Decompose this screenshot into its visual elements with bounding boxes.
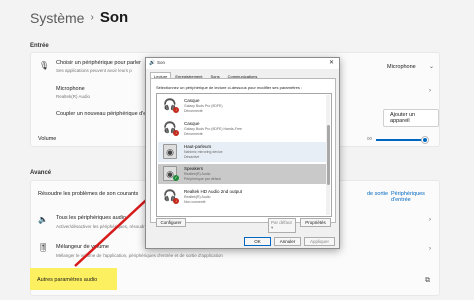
device-name: Speakers (184, 166, 204, 171)
playback-pane: Sélectionnez un périphérique de lecture … (150, 78, 336, 223)
dialog-title: Son (157, 60, 166, 65)
device-status: Désactivé (184, 155, 200, 159)
device-desc: Realtek(R) Audio (184, 172, 211, 176)
device-desc: Galaxy Buds Pro (9DFE) Hands-Free (184, 127, 242, 131)
dialog-titlebar: 🔊 Son ✕ (146, 58, 339, 69)
device-list[interactable]: 🎧 ↓ Casque Galaxy Buds Pro (9DFE) Déconn… (156, 93, 332, 217)
default-check-icon: ✓ (173, 175, 179, 181)
disconnected-status-icon: ↓ (173, 198, 179, 204)
device-desc: Nahimic mirroring device (184, 150, 223, 154)
close-icon[interactable]: ✕ (329, 59, 334, 66)
device-status: Déconnecté (184, 132, 203, 136)
device-row-selected[interactable]: ◉ ✓ Speakers Realtek(R) Audio Périphériq… (158, 164, 330, 184)
device-status: Périphérique par défaut (184, 177, 221, 181)
properties-button[interactable]: Propriétés (300, 218, 331, 227)
dialog-instruction: Sélectionnez un périphérique de lecture … (156, 85, 303, 90)
device-name: Casque (184, 121, 200, 126)
device-desc: Realtek(R) Audio (184, 195, 211, 199)
scrollbar-thumb[interactable] (326, 125, 330, 185)
device-name: Haut-parleurs (184, 144, 212, 149)
set-default-label: Par défaut (271, 220, 292, 225)
configure-button[interactable]: Configurer (156, 218, 186, 227)
disconnected-status-icon: ↓ (173, 130, 179, 136)
device-row[interactable]: 🎧 ↓ Casque Galaxy Buds Pro (9DFE) Hands-… (158, 119, 330, 139)
speaker-icon: 🔊 (149, 60, 156, 66)
ok-button[interactable]: OK (244, 237, 271, 246)
settings-page: Système › Son Entrée 🎙 Choisir un périph… (0, 0, 474, 300)
device-status: Non connecté (184, 200, 206, 204)
device-desc: Galaxy Buds Pro (9DFE) (184, 104, 223, 108)
disconnected-status-icon: ↓ (173, 107, 179, 113)
device-row[interactable]: 🎧 ↓ Casque Galaxy Buds Pro (9DFE) Déconn… (158, 96, 330, 116)
device-row[interactable]: ◉ Haut-parleurs Nahimic mirroring device… (158, 142, 330, 162)
set-default-select[interactable]: Par défaut ▾ (268, 218, 296, 233)
apply-button[interactable]: Appliquer (304, 237, 335, 246)
device-name: Casque (184, 98, 200, 103)
scrollbar[interactable] (326, 95, 330, 215)
cancel-button[interactable]: Annuler (274, 237, 301, 246)
speaker-icon: ◉ (163, 144, 177, 159)
device-status: Déconnecté (184, 109, 203, 113)
device-name: Realtek HD Audio 2nd output (184, 189, 243, 194)
sound-dialog: 🔊 Son ✕ Lecture Enregistrement Sons Comm… (145, 57, 340, 249)
device-row[interactable]: 🎧 ↓ Realtek HD Audio 2nd output Realtek(… (158, 187, 330, 207)
